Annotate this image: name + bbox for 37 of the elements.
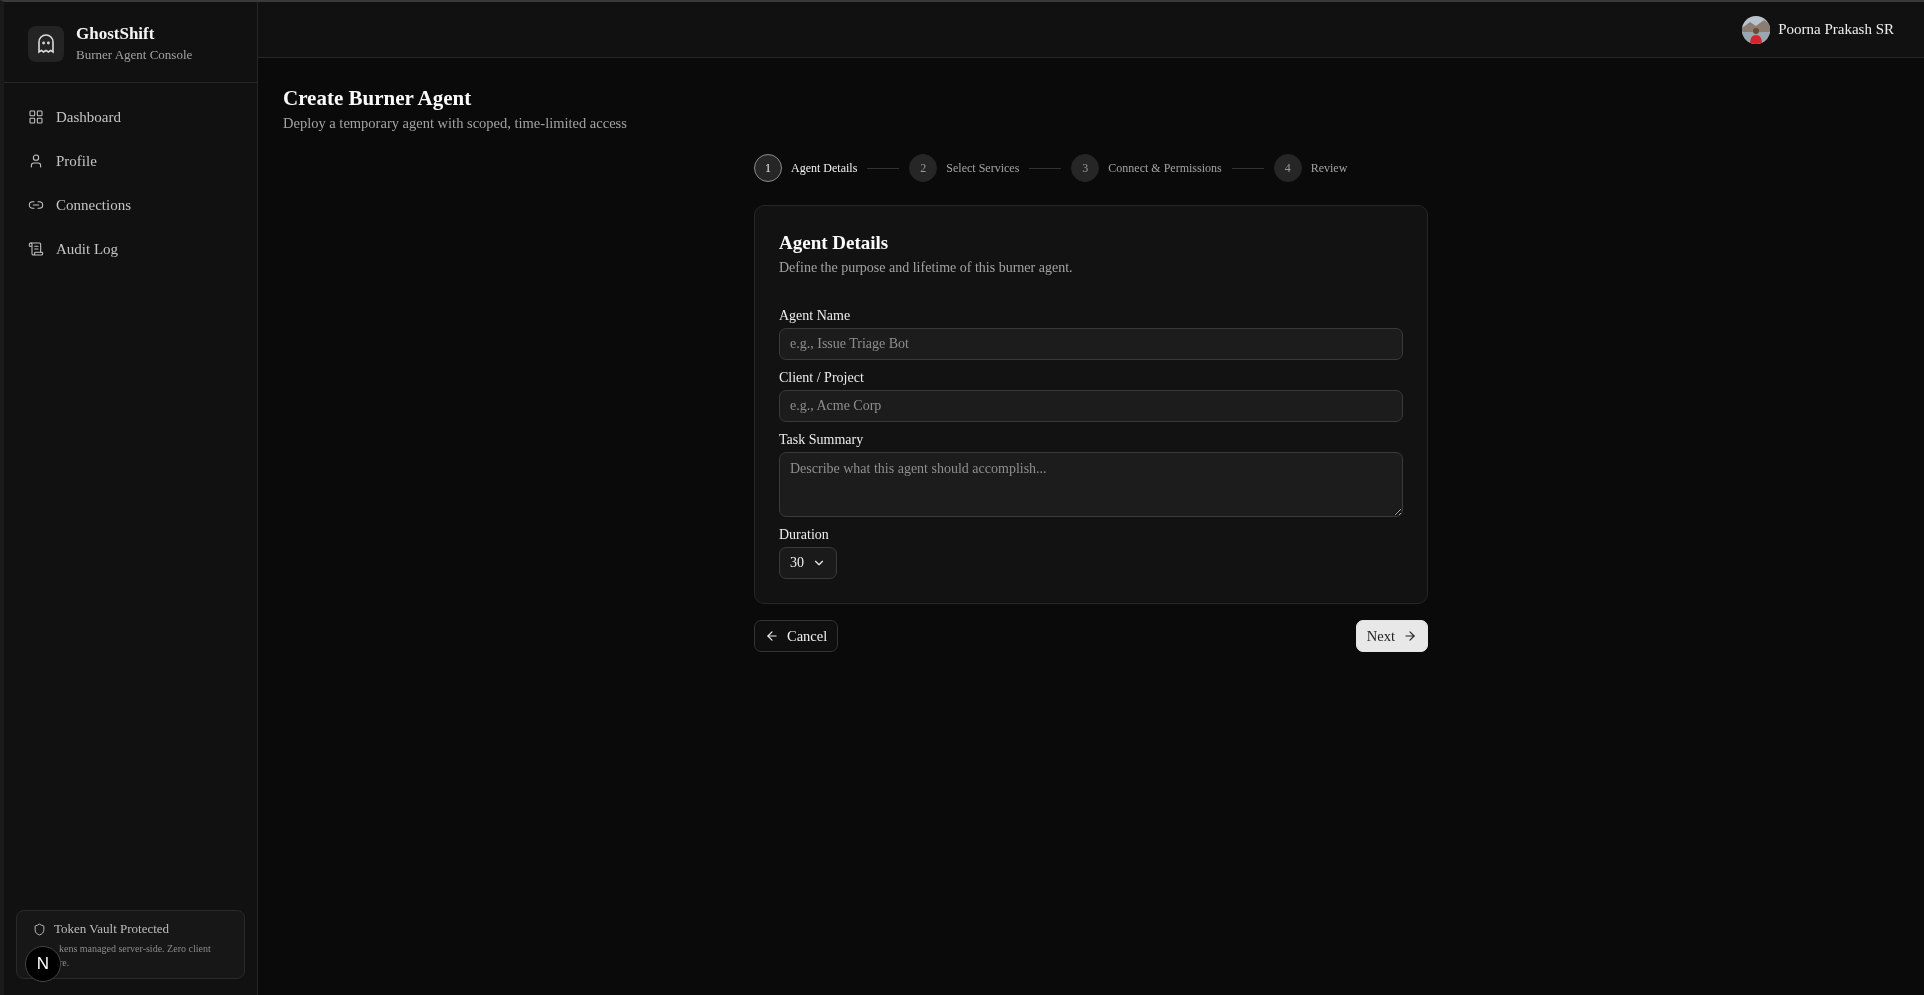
field-label: Client / Project	[779, 370, 865, 386]
scroll-icon	[28, 241, 44, 257]
user-icon	[28, 153, 44, 169]
step-label: Select Services	[946, 160, 1020, 176]
step-label: Review	[1310, 160, 1348, 176]
nav-item[interactable]: Dashboard	[20, 97, 241, 137]
text-field[interactable]: e.g., Acme Corp	[779, 390, 1403, 422]
brand-subtitle: Burner Agent Console	[76, 47, 193, 63]
step-number: 4	[1273, 154, 1302, 182]
cancel-button[interactable]: Cancel	[754, 620, 839, 652]
nav-item[interactable]: Connections	[20, 185, 241, 225]
field-label: Task Summary	[779, 432, 865, 448]
user-name[interactable]: Poorna Prakash SR	[1778, 21, 1894, 38]
text-field[interactable]: e.g., Issue Triage Bot	[779, 328, 1403, 360]
nav-item[interactable]: Audit Log	[20, 229, 241, 269]
nav-item[interactable]: Profile	[20, 141, 241, 181]
next-button[interactable]: Next	[1355, 620, 1428, 652]
page-subtitle: Deploy a temporary agent with scoped, time-limited access	[283, 115, 628, 132]
dashboard-icon	[28, 109, 44, 125]
shield-icon	[33, 922, 46, 936]
vault-title: Token Vault Protected	[54, 921, 170, 937]
duration-select[interactable]: 30	[779, 547, 837, 579]
vault-note: kens managed server-side. Zero client	[59, 943, 212, 954]
step-number: 1	[754, 154, 782, 182]
field-label: Duration	[779, 527, 830, 543]
field-label: Agent Name	[779, 308, 852, 324]
step-label: Connect & Permissions	[1108, 160, 1222, 176]
page-title: Create Burner Agent	[283, 86, 473, 111]
card-title: Agent Details	[779, 232, 890, 254]
step-label: Agent Details	[791, 160, 858, 176]
card-subtitle: Define the purpose and lifetime of this burner agent.	[779, 260, 1074, 276]
brand-name: GhostShift	[76, 24, 156, 44]
dev-badge[interactable]: N	[25, 946, 61, 982]
step-number: 3	[1071, 154, 1100, 182]
text-area[interactable]: Describe what this agent should accomplish...	[779, 452, 1403, 517]
step-number: 2	[909, 154, 938, 182]
ghost-icon	[37, 33, 55, 54]
